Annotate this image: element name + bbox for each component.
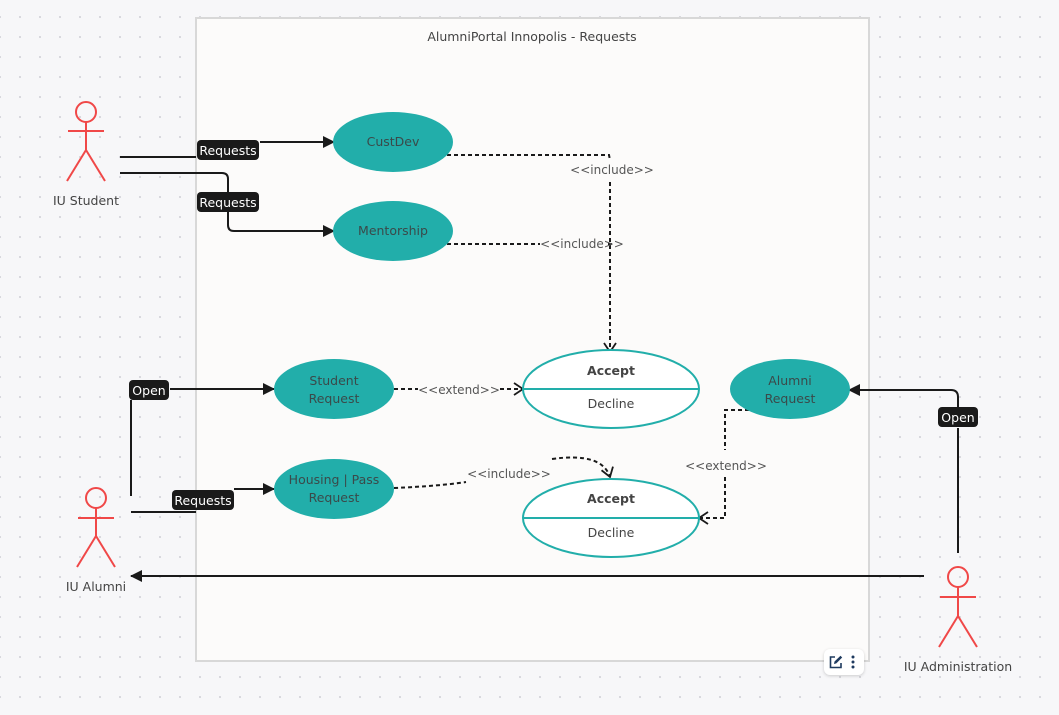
include-label-housing: <<include>> (467, 467, 551, 481)
more-options-button[interactable] (845, 653, 861, 671)
actor-label: IU Student (53, 193, 119, 208)
badge-requests-housing[interactable]: Requests (172, 490, 234, 510)
edit-icon (829, 655, 842, 669)
boundary-rect (195, 17, 870, 662)
badge-requests-mentorship[interactable]: Requests (197, 192, 259, 212)
decision-decline-label: Decline (588, 525, 635, 540)
actor-iu-student[interactable]: IU Student (53, 101, 119, 208)
decision-accept-decline-1[interactable]: Accept Decline (522, 349, 700, 429)
use-case-custdev[interactable]: CustDev (333, 112, 453, 172)
actor-label: IU Administration (904, 659, 1012, 674)
badge-label: Open (941, 410, 974, 425)
decision-accept-label: Accept (587, 491, 635, 506)
more-vertical-icon (851, 655, 854, 669)
stick-figure-icon (76, 487, 116, 568)
badge-open-alumni-request[interactable]: Open (938, 407, 978, 427)
decision-accept-label: Accept (587, 363, 635, 378)
use-case-student-request[interactable]: Student Request (274, 359, 394, 419)
extend-label-alumni-request: <<extend>> (685, 459, 767, 473)
actor-iu-alumni[interactable]: IU Alumni (66, 487, 126, 594)
decision-accept-decline-2[interactable]: Accept Decline (522, 478, 700, 558)
use-case-label-line-2: Request (765, 391, 816, 406)
badge-label: Requests (199, 143, 256, 158)
use-case-label-line-2: Request (309, 391, 360, 406)
decision-decline-label: Decline (588, 396, 635, 411)
boundary-title: AlumniPortal Innopolis - Requests (427, 29, 636, 44)
badge-label: Requests (199, 195, 256, 210)
actor-label: IU Alumni (66, 579, 126, 594)
stick-figure-icon (938, 566, 978, 648)
use-case-label-line-2: Request (309, 490, 360, 505)
use-case-label-line-1: Student (309, 373, 358, 388)
include-label-custdev: <<include>> (570, 163, 654, 177)
use-case-mentorship[interactable]: Mentorship (333, 201, 453, 261)
badge-open-student-request[interactable]: Open (129, 380, 169, 400)
edit-button[interactable] (828, 653, 844, 671)
badge-label: Open (132, 383, 165, 398)
use-case-alumni-request[interactable]: Alumni Request (730, 359, 850, 419)
actor-iu-administration[interactable]: IU Administration (904, 566, 1012, 674)
include-label-mentorship: <<include>> (540, 237, 624, 251)
system-boundary[interactable]: AlumniPortal Innopolis - Requests (195, 17, 870, 662)
use-case-diagram: AlumniPortal Innopolis - Requests CustDe… (53, 17, 1012, 674)
badge-requests-custdev[interactable]: Requests (197, 140, 259, 160)
use-case-label: Mentorship (358, 223, 428, 238)
stick-figure-icon (66, 101, 106, 182)
use-case-housing-pass-request[interactable]: Housing | Pass Request (274, 459, 394, 519)
extend-label-student-request: <<extend>> (418, 383, 500, 397)
use-case-label-line-1: Alumni (768, 373, 812, 388)
use-case-label-line-1: Housing | Pass (289, 472, 380, 487)
use-case-label: CustDev (367, 134, 420, 149)
badge-label: Requests (174, 493, 231, 508)
diagram-toolbar (824, 649, 864, 675)
